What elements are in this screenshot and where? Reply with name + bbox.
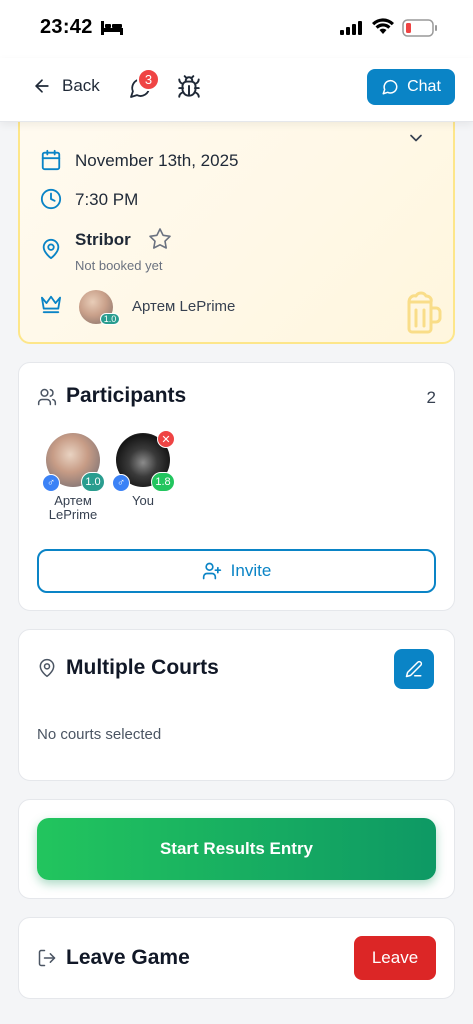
- game-date: November 13th, 2025: [75, 151, 239, 170]
- bug-icon: [178, 75, 200, 98]
- back-label: Back: [62, 76, 100, 95]
- calendar-icon: [41, 149, 61, 171]
- user-plus-icon: [202, 562, 221, 580]
- leave-game-card: Leave Game Leave: [18, 917, 455, 999]
- results-card: Start Results Entry: [18, 799, 455, 899]
- message-circle-icon: [382, 79, 398, 95]
- leave-game-title: Leave Game: [66, 946, 190, 969]
- participant-name: You: [132, 493, 154, 508]
- chat-button[interactable]: Chat: [367, 69, 455, 105]
- crown-icon: [41, 295, 61, 314]
- chat-label: Chat: [407, 78, 441, 95]
- participants-card: Participants 2 ♂ 1.0 Артем LePrime ✕ ♂ 1…: [18, 362, 455, 611]
- users-icon: [37, 388, 57, 406]
- wifi-icon: [372, 18, 394, 34]
- status-bar: 23:42: [0, 0, 473, 58]
- male-icon: ♂: [112, 474, 130, 492]
- back-button[interactable]: Back: [32, 76, 100, 96]
- status-time: 23:42: [40, 16, 93, 38]
- invite-button[interactable]: Invite: [37, 549, 436, 593]
- booking-status: Not booked yet: [75, 258, 163, 273]
- game-details-card: November 13th, 2025 7:30 PM Stribor Not …: [18, 110, 455, 344]
- edit-courts-button[interactable]: [394, 649, 434, 689]
- log-out-icon: [38, 949, 56, 967]
- app-header: Back Chat: [0, 58, 473, 122]
- leave-button[interactable]: Leave: [354, 936, 436, 980]
- arrow-left-icon: [35, 79, 49, 93]
- participant-level-badge: 1.8: [151, 472, 175, 492]
- male-icon: ♂: [42, 474, 60, 492]
- messages-badge: 3: [137, 68, 160, 91]
- clock-icon: [40, 188, 62, 210]
- owner-level-badge: 1.0: [100, 313, 120, 325]
- map-pin-icon: [39, 658, 55, 678]
- participant-avatar: ♂ 1.0: [42, 433, 105, 492]
- pencil-icon: [405, 660, 423, 678]
- remove-participant-icon[interactable]: ✕: [157, 430, 175, 448]
- participant-item[interactable]: ✕ ♂ 1.8 You: [107, 430, 179, 508]
- participants-title: Participants: [66, 384, 187, 407]
- courts-title: Multiple Courts: [66, 656, 219, 679]
- venue-name[interactable]: Stribor: [75, 230, 131, 250]
- star-icon[interactable]: [148, 227, 172, 251]
- participant-name: Артем LePrime: [48, 493, 98, 522]
- start-results-entry-button[interactable]: Start Results Entry: [37, 818, 436, 880]
- game-time: 7:30 PM: [75, 190, 139, 209]
- participant-avatar: ✕ ♂ 1.8: [112, 430, 175, 492]
- courts-card: Multiple Courts No courts selected: [18, 629, 455, 781]
- participants-count: 2: [426, 388, 436, 407]
- battery-low-icon: [402, 19, 437, 37]
- invite-label: Invite: [230, 561, 272, 580]
- beer-mug-icon: [407, 291, 442, 334]
- owner-name: Артем LePrime: [132, 298, 236, 315]
- map-pin-icon: [42, 238, 60, 260]
- participant-level-badge: 1.0: [81, 472, 105, 492]
- participant-item[interactable]: ♂ 1.0 Артем LePrime: [37, 433, 109, 522]
- cellular-signal-icon: [340, 21, 362, 35]
- no-courts-text: No courts selected: [37, 726, 162, 743]
- chevron-down-icon[interactable]: [406, 128, 426, 148]
- bed-icon: [101, 21, 123, 35]
- bug-report-button[interactable]: [176, 74, 202, 105]
